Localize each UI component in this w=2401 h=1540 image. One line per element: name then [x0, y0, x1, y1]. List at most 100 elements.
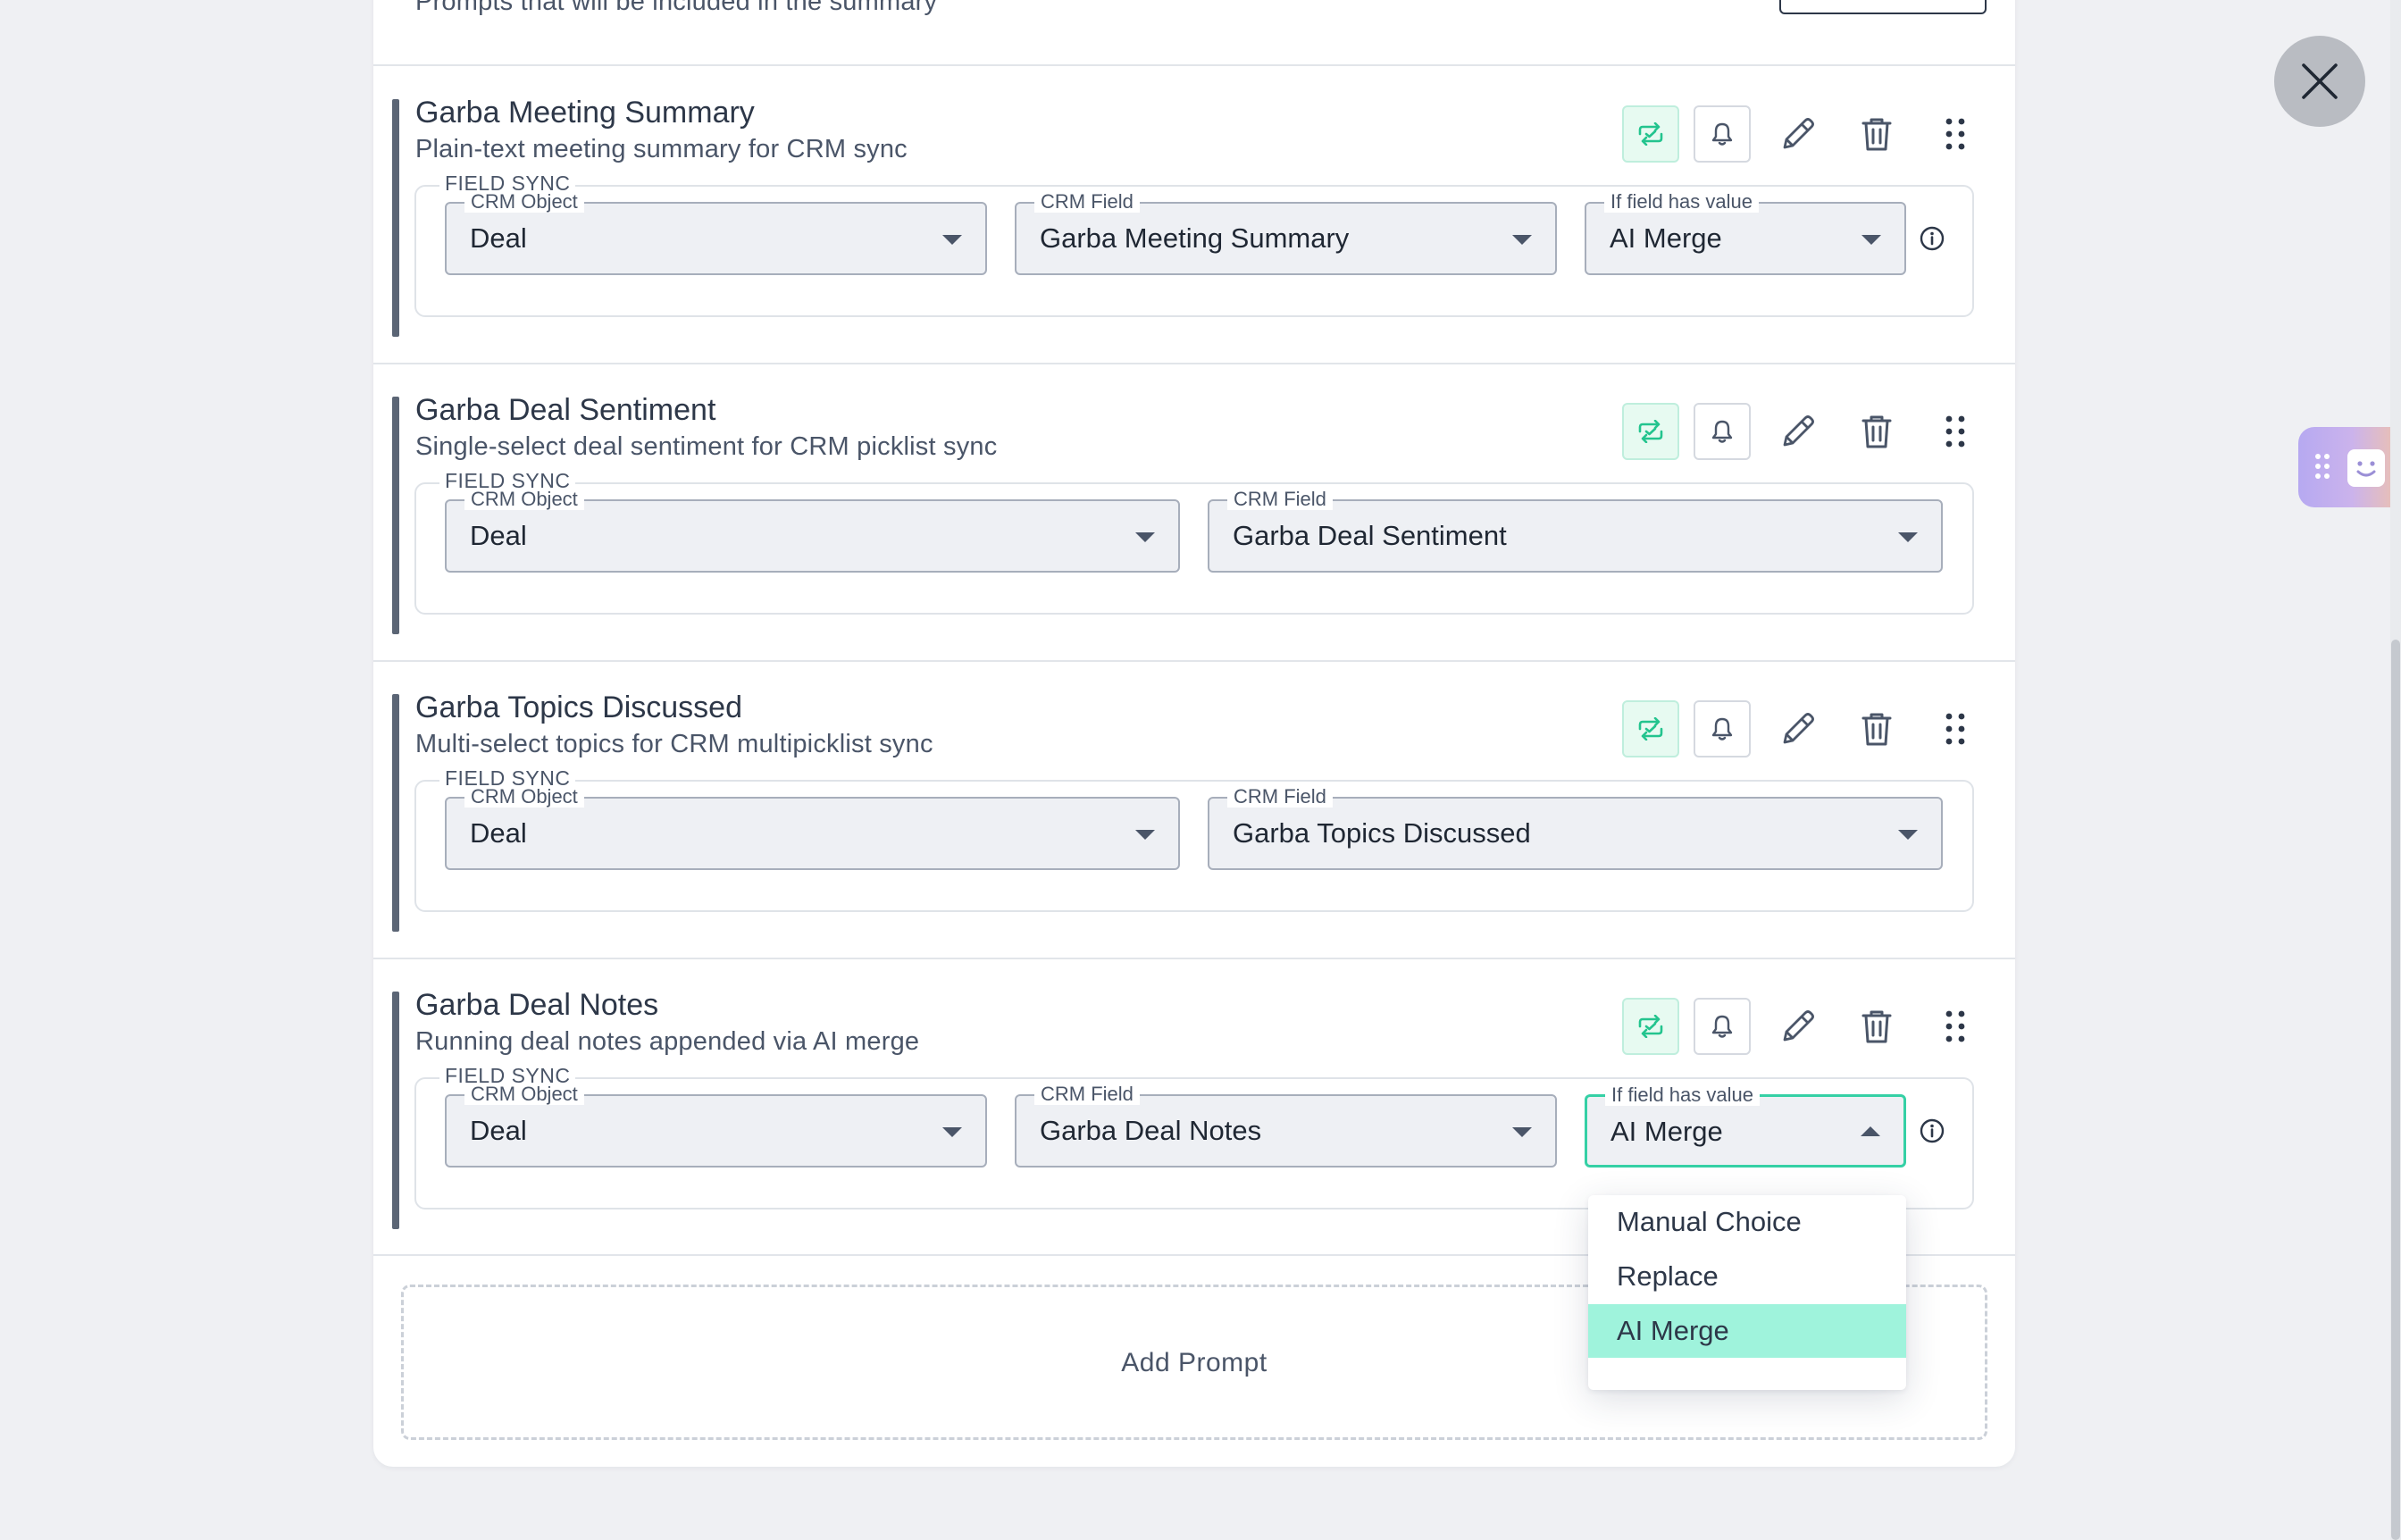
crm-object-select[interactable]: CRM Object Deal	[445, 489, 1180, 573]
delete-button[interactable]	[1851, 107, 1903, 161]
drag-handle-icon	[2315, 454, 2330, 479]
card-accent-bar	[392, 992, 399, 1229]
prompt-card: Garba Meeting Summary Plain-text meeting…	[373, 68, 2015, 363]
chevron-down-icon	[1861, 235, 1881, 245]
crm-field-label: CRM Field	[1034, 191, 1140, 213]
pencil-icon	[1783, 415, 1814, 447]
delete-button[interactable]	[1851, 405, 1903, 458]
drag-handle-icon	[1945, 118, 1965, 150]
if-field-has-value-value: AI Merge	[1610, 1116, 1723, 1147]
notify-toggle-button[interactable]	[1694, 700, 1751, 757]
crm-field-select[interactable]: CRM Field Garba Topics Discussed	[1208, 786, 1943, 870]
trash-icon	[1861, 118, 1892, 151]
pencil-icon	[1783, 1010, 1814, 1042]
close-icon	[2302, 63, 2338, 99]
pencil-icon	[1783, 118, 1814, 149]
card-accent-bar	[392, 397, 399, 634]
crm-field-label: CRM Field	[1034, 1084, 1140, 1105]
crm-object-select[interactable]: CRM Object Deal	[445, 786, 1180, 870]
bell-icon	[1711, 717, 1733, 741]
if-field-has-value-value: AI Merge	[1610, 222, 1722, 254]
sync-check-icon	[1638, 1015, 1663, 1038]
sync-check-icon	[1638, 717, 1663, 741]
sync-toggle-button[interactable]	[1622, 105, 1679, 163]
crm-field-label: CRM Field	[1227, 489, 1333, 510]
delete-button[interactable]	[1851, 702, 1903, 756]
if-field-has-value-select[interactable]: If field has value AI Merge	[1585, 191, 1906, 275]
divider	[373, 363, 2015, 364]
edit-button[interactable]	[1772, 702, 1824, 756]
crm-field-value: Garba Meeting Summary	[1040, 222, 1350, 254]
divider	[373, 958, 2015, 959]
prompt-description: Plain-text meeting summary for CRM sync	[415, 135, 908, 163]
prompt-title: Garba Deal Sentiment	[415, 393, 716, 427]
option-manual-choice[interactable]: Manual Choice	[1588, 1195, 1906, 1249]
card-accent-bar	[392, 694, 399, 932]
option-ai-merge[interactable]: AI Merge	[1588, 1304, 1906, 1358]
scrollbar-thumb[interactable]	[2391, 640, 2400, 1540]
crm-object-label: CRM Object	[464, 1084, 584, 1105]
crm-object-value: Deal	[470, 817, 527, 849]
prompt-card: Garba Deal Sentiment Single-select deal …	[373, 365, 2015, 660]
drag-handle[interactable]	[1929, 405, 1981, 458]
prompt-title: Garba Deal Notes	[415, 988, 659, 1022]
if-field-has-value-menu: Manual Choice Replace AI Merge	[1588, 1195, 1906, 1390]
chevron-down-icon	[1898, 830, 1918, 840]
if-field-has-value-label: If field has value	[1605, 1084, 1760, 1106]
crm-object-value: Deal	[470, 222, 527, 254]
pencil-icon	[1783, 713, 1814, 744]
crm-object-label: CRM Object	[464, 489, 584, 510]
drag-handle[interactable]	[1929, 1000, 1981, 1053]
option-replace[interactable]: Replace	[1588, 1250, 1906, 1303]
sync-toggle-button[interactable]	[1622, 700, 1679, 757]
chevron-down-icon	[1512, 1127, 1532, 1137]
info-icon[interactable]	[1919, 1117, 1945, 1144]
crm-object-select[interactable]: CRM Object Deal	[445, 1084, 987, 1168]
drag-handle-icon	[1945, 415, 1965, 448]
sync-toggle-button[interactable]	[1622, 998, 1679, 1055]
trash-icon	[1861, 713, 1892, 746]
drag-handle[interactable]	[1929, 107, 1981, 161]
notify-toggle-button[interactable]	[1694, 105, 1751, 163]
edit-button[interactable]	[1772, 405, 1824, 458]
chevron-down-icon	[942, 1127, 962, 1137]
divider	[373, 64, 2015, 66]
bell-icon	[1711, 420, 1733, 443]
drag-handle[interactable]	[1929, 702, 1981, 756]
chevron-down-icon	[1898, 532, 1918, 542]
prompt-description: Multi-select topics for CRM multipicklis…	[415, 730, 933, 758]
sync-check-icon	[1638, 122, 1663, 146]
delete-button[interactable]	[1851, 1000, 1903, 1053]
edit-button[interactable]	[1772, 1000, 1824, 1053]
bell-icon	[1711, 122, 1733, 146]
crm-field-select[interactable]: CRM Field Garba Deal Notes	[1015, 1084, 1557, 1168]
crm-field-select[interactable]: CRM Field Garba Deal Sentiment	[1208, 489, 1943, 573]
if-field-has-value-label: If field has value	[1604, 191, 1759, 213]
crm-field-select[interactable]: CRM Field Garba Meeting Summary	[1015, 191, 1557, 275]
if-field-has-value-select[interactable]: If field has value AI Merge	[1585, 1084, 1906, 1168]
crm-object-value: Deal	[470, 1115, 527, 1146]
prompt-description: Running deal notes appended via AI merge	[415, 1027, 920, 1056]
trash-icon	[1861, 415, 1892, 448]
notify-toggle-button[interactable]	[1694, 998, 1751, 1055]
feedback-widget[interactable]	[2298, 427, 2401, 507]
card-accent-bar	[392, 99, 399, 337]
close-button[interactable]	[2274, 36, 2365, 127]
crm-object-label: CRM Object	[464, 191, 584, 213]
crm-field-value: Garba Topics Discussed	[1233, 817, 1531, 849]
smiley-icon	[2347, 449, 2385, 487]
crm-field-value: Garba Deal Notes	[1040, 1115, 1262, 1146]
notify-toggle-button[interactable]	[1694, 403, 1751, 460]
header-action-button[interactable]	[1779, 0, 1987, 14]
chevron-down-icon	[1135, 532, 1155, 542]
crm-object-select[interactable]: CRM Object Deal	[445, 191, 987, 275]
crm-object-value: Deal	[470, 520, 527, 551]
drag-handle-icon	[1945, 1010, 1965, 1042]
info-icon[interactable]	[1919, 225, 1945, 252]
edit-button[interactable]	[1772, 107, 1824, 161]
chevron-down-icon	[1135, 830, 1155, 840]
divider	[373, 660, 2015, 662]
prompt-description: Single-select deal sentiment for CRM pic…	[415, 432, 998, 461]
bell-icon	[1711, 1015, 1733, 1038]
sync-toggle-button[interactable]	[1622, 403, 1679, 460]
